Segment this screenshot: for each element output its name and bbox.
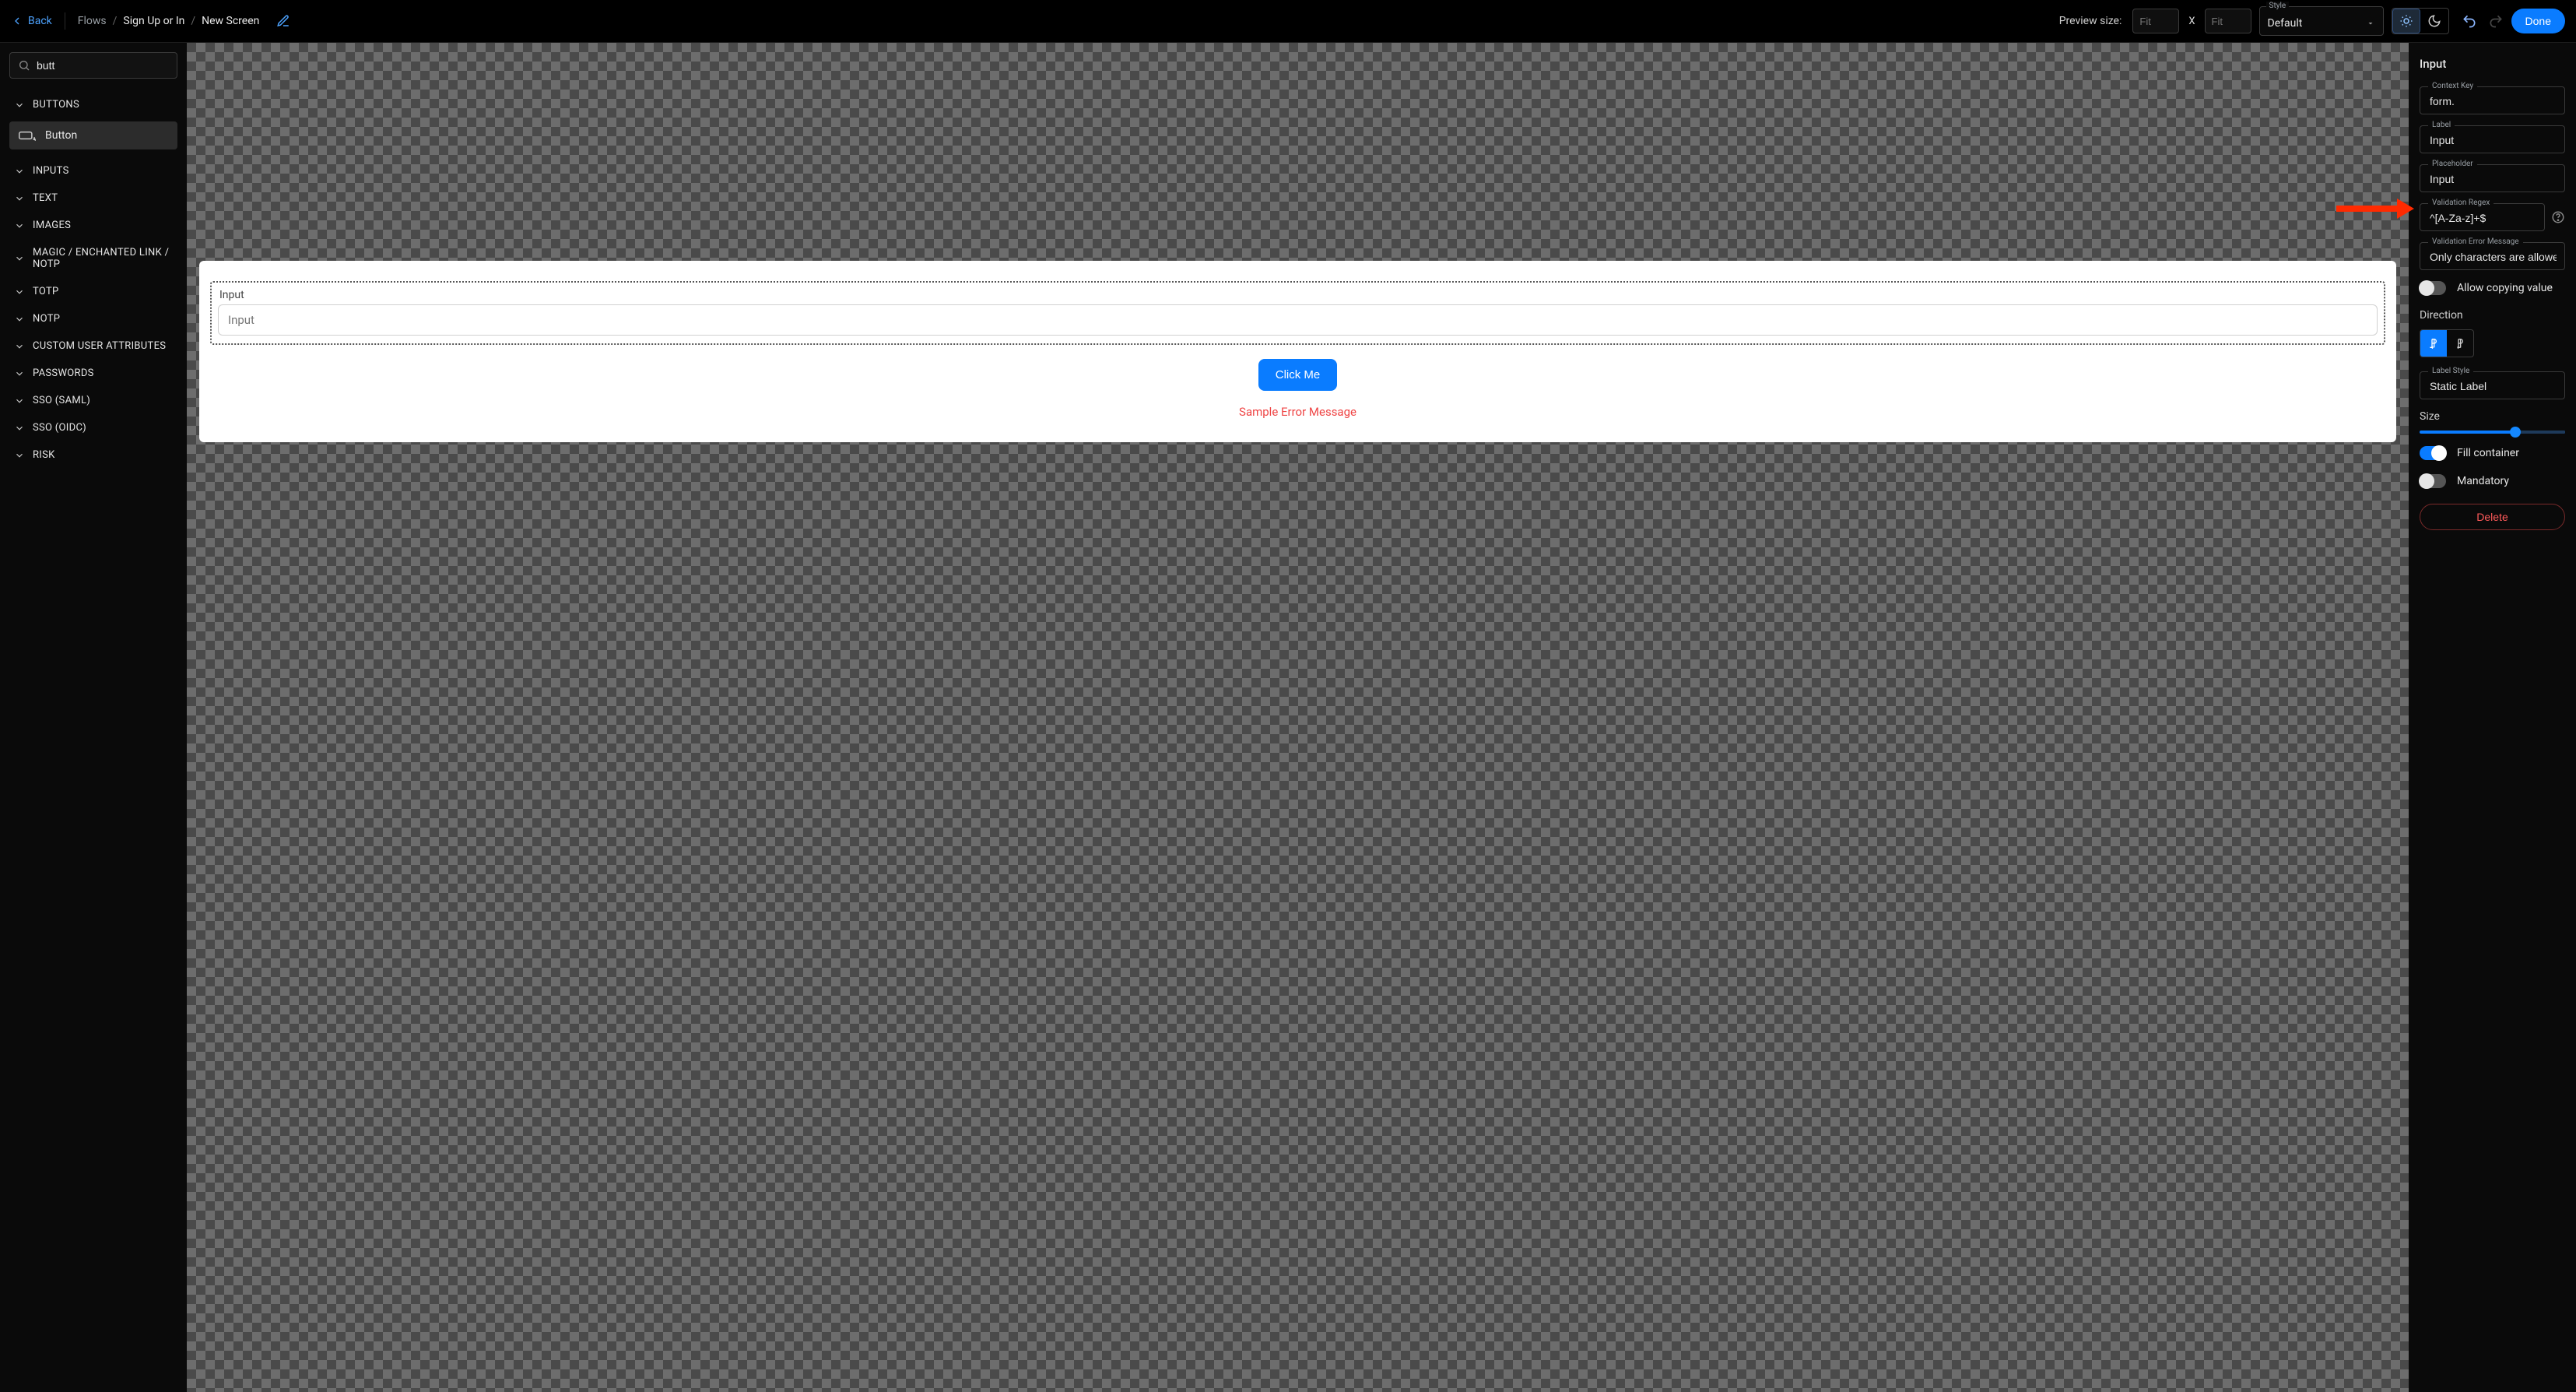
direction-toggle	[2420, 329, 2474, 357]
chevron-down-icon	[14, 166, 25, 177]
chevron-down-icon	[14, 423, 25, 434]
ltr-icon	[2427, 337, 2440, 350]
theme-toggle	[2392, 8, 2449, 34]
mandatory-toggle[interactable]	[2420, 474, 2446, 488]
context-key-input[interactable]	[2420, 87, 2564, 114]
placeholder-field[interactable]: Placeholder	[2420, 164, 2565, 192]
help-icon[interactable]	[2551, 210, 2565, 224]
category-magic[interactable]: MAGIC / ENCHANTED LINK / NOTP	[9, 239, 177, 278]
validation-regex-field[interactable]: Validation Regex	[2420, 203, 2545, 231]
dark-mode-button[interactable]	[2420, 9, 2448, 33]
undo-button[interactable]	[2462, 13, 2477, 29]
style-select[interactable]: Style Default	[2259, 6, 2384, 36]
chevron-down-icon	[14, 450, 25, 461]
category-notp[interactable]: NOTP	[9, 305, 177, 332]
size-slider-thumb[interactable]	[2510, 427, 2521, 438]
validation-error-message-input[interactable]	[2420, 243, 2564, 269]
placeholder-input[interactable]	[2420, 165, 2564, 192]
canvas-error-text: Sample Error Message	[1239, 405, 1356, 419]
allow-copying-label: Allow copying value	[2457, 282, 2553, 294]
category-text[interactable]: TEXT	[9, 185, 177, 212]
redo-button[interactable]	[2488, 13, 2504, 29]
size-slider[interactable]	[2420, 431, 2565, 434]
component-search[interactable]	[9, 52, 177, 79]
chevron-down-icon	[14, 253, 25, 264]
preview-card: Input Input Click Me Sample Error Messag…	[199, 261, 2396, 442]
validation-regex-input[interactable]	[2420, 204, 2544, 230]
chevron-down-icon	[14, 395, 25, 406]
delete-button[interactable]: Delete	[2420, 504, 2565, 530]
caret-down-icon	[2366, 19, 2375, 28]
edit-icon[interactable]	[276, 14, 290, 28]
label-style-input[interactable]	[2420, 372, 2564, 399]
topbar: Back Flows / Sign Up or In / New Screen …	[0, 0, 2576, 43]
breadcrumb-screen[interactable]: New Screen	[202, 15, 259, 27]
canvas[interactable]: Input Input Click Me Sample Error Messag…	[187, 43, 2409, 1392]
inspector-title: Input	[2420, 57, 2565, 71]
canvas-input-field[interactable]: Input	[218, 304, 2378, 336]
category-images[interactable]: IMAGES	[9, 212, 177, 239]
category-totp[interactable]: TOTP	[9, 278, 177, 305]
chevron-down-icon	[14, 314, 25, 325]
label-input[interactable]	[2420, 126, 2564, 153]
search-icon	[18, 59, 30, 72]
direction-label: Direction	[2420, 309, 2565, 322]
canvas-input-component[interactable]: Input Input	[210, 281, 2385, 345]
button-icon	[19, 130, 36, 141]
mandatory-label: Mandatory	[2457, 475, 2509, 487]
validation-error-message-field[interactable]: Validation Error Message	[2420, 242, 2565, 270]
category-risk[interactable]: RISK	[9, 441, 177, 469]
category-sso-oidc[interactable]: SSO (OIDC)	[9, 414, 177, 441]
chevron-down-icon	[14, 286, 25, 297]
style-select-value: Default	[2268, 17, 2303, 30]
component-sidebar: BUTTONS Button INPUTS TEXT IMAGES MAGIC …	[0, 43, 187, 1392]
size-label: Size	[2420, 410, 2565, 423]
chevron-down-icon	[14, 368, 25, 379]
back-label: Back	[28, 15, 52, 27]
breadcrumb-separator: /	[191, 15, 195, 27]
chevron-down-icon	[14, 220, 25, 231]
breadcrumb-flow[interactable]: Sign Up or In	[123, 15, 184, 27]
inspector-panel: Input Context Key Label Placeholder Vali…	[2409, 43, 2576, 1392]
category-inputs[interactable]: INPUTS	[9, 157, 177, 185]
rtl-icon	[2454, 337, 2466, 350]
allow-copying-toggle[interactable]	[2420, 281, 2446, 295]
chevron-down-icon	[14, 193, 25, 204]
moon-icon	[2427, 14, 2441, 28]
light-mode-button[interactable]	[2392, 9, 2420, 33]
direction-ltr-button[interactable]	[2420, 330, 2447, 357]
done-button[interactable]: Done	[2511, 9, 2565, 33]
sun-icon	[2399, 14, 2413, 28]
category-buttons[interactable]: BUTTONS	[9, 91, 177, 118]
label-style-field[interactable]: Label Style	[2420, 371, 2565, 399]
component-button[interactable]: Button	[9, 121, 177, 149]
style-select-label: Style	[2266, 2, 2290, 10]
category-custom-user-attributes[interactable]: CUSTOM USER ATTRIBUTES	[9, 332, 177, 360]
search-input[interactable]	[37, 59, 177, 72]
breadcrumb-separator: /	[113, 15, 118, 27]
category-sso-saml[interactable]: SSO (SAML)	[9, 387, 177, 414]
breadcrumb: Flows / Sign Up or In / New Screen	[78, 15, 260, 27]
chevron-down-icon	[14, 100, 25, 111]
fill-container-toggle[interactable]	[2420, 446, 2446, 460]
breadcrumb-flows[interactable]: Flows	[78, 15, 107, 27]
back-link[interactable]: Back	[11, 15, 52, 27]
canvas-checker-bg	[187, 43, 2409, 1392]
context-key-field[interactable]: Context Key	[2420, 86, 2565, 114]
preview-height-input[interactable]	[2205, 9, 2251, 33]
direction-rtl-button[interactable]	[2447, 330, 2473, 357]
preview-x-label: X	[2187, 16, 2196, 27]
arrow-left-icon	[11, 15, 23, 27]
preview-size-label: Preview size:	[2059, 15, 2122, 27]
label-field[interactable]: Label	[2420, 125, 2565, 153]
canvas-input-label: Input	[218, 289, 2378, 301]
chevron-down-icon	[14, 341, 25, 352]
preview-width-input[interactable]	[2132, 9, 2179, 33]
category-passwords[interactable]: PASSWORDS	[9, 360, 177, 387]
canvas-click-me-button[interactable]: Click Me	[1258, 359, 1338, 391]
fill-container-label: Fill container	[2457, 447, 2519, 459]
